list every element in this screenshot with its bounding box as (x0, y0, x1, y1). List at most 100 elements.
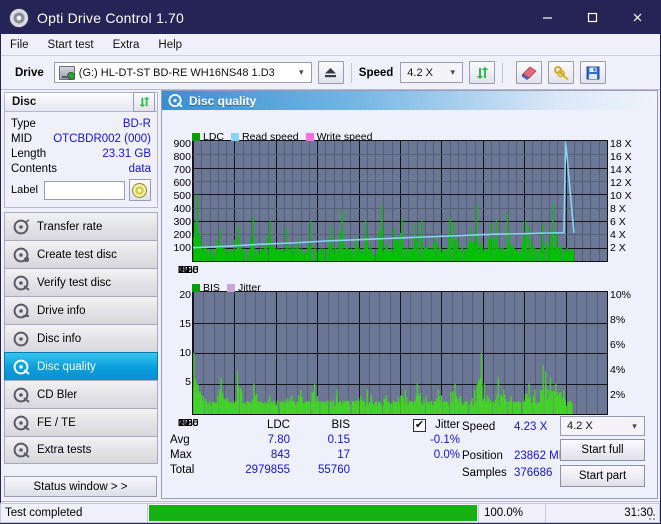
window-controls (525, 1, 660, 34)
speed-select[interactable]: 4.2 X ▾ (400, 62, 464, 83)
progress-bar (147, 502, 479, 523)
sidebar-item-drive-info[interactable]: Drive info (4, 296, 158, 324)
position-value: 23862 MB (514, 449, 567, 462)
ldc-plot-area (192, 140, 608, 262)
axis-tick-label: 500 (173, 190, 191, 202)
disc-icon (13, 387, 30, 403)
jitter-checkbox[interactable] (412, 418, 426, 432)
legend-label: BIS (203, 282, 220, 294)
legend-swatch-icon (192, 133, 200, 141)
cd-icon (132, 182, 148, 198)
sidebar-item-create-test-disc[interactable]: Create test disc (4, 240, 158, 268)
cd-icon-button[interactable] (128, 179, 151, 201)
speed-label: Speed (462, 420, 496, 433)
position-label: Position (462, 449, 503, 462)
axis-tick-label: 20 (179, 289, 191, 301)
refresh-button[interactable] (469, 61, 496, 84)
disc-info-row-mid: MID OTCBDR002 (000) (11, 131, 151, 146)
cell-bis: 17 (337, 449, 350, 461)
drive-select[interactable]: (G:) HL-DT-ST BD-RE WH16NS48 1.D3 ▾ (53, 62, 312, 83)
legend-item-jitter: Jitter (226, 282, 261, 294)
legend-label: Jitter (237, 282, 261, 294)
axis-tick-label: 10 (179, 347, 191, 359)
disc-info-value: OTCBDR002 (000) (53, 132, 151, 145)
sidebar-item-label: Extra tests (37, 444, 92, 456)
sidebar-item-label: Disc quality (37, 360, 96, 373)
sidebar-item-label: Disc info (37, 332, 82, 345)
disc-panel-header: Disc (4, 92, 158, 112)
axis-tick-label: 700 (173, 164, 191, 176)
disc-info-row-type: Type BD-R (11, 116, 151, 131)
axis-tick-label: 6% (610, 339, 626, 351)
legend-swatch-icon (192, 284, 200, 292)
disc-icon (13, 275, 30, 291)
drive-label: Drive (15, 66, 44, 79)
keys-button[interactable] (548, 61, 575, 84)
sidebar-item-label: FE / TE (37, 416, 76, 429)
samples-label: Samples (462, 466, 507, 479)
maximize-icon[interactable] (570, 1, 615, 34)
axis-tick-label: 900 (173, 138, 191, 150)
sidebar-item-fe-te[interactable]: FE / TE (4, 408, 158, 436)
samples-value: 376686 (514, 466, 553, 479)
disc-info-key: Contents (11, 162, 58, 175)
drive-icon (58, 65, 75, 80)
bis-y-left-axis: 20 15 10 5 (164, 289, 191, 405)
axis-tick-label: 2 X (610, 242, 626, 254)
sidebar-item-disc-quality[interactable]: Disc quality (4, 352, 158, 380)
disc-icon (13, 218, 30, 235)
chevron-down-icon: ▾ (450, 67, 456, 77)
legend-item-ldc: LDC (192, 131, 224, 143)
axis-tick-label: 5 (185, 376, 191, 388)
window-title: Opti Drive Control 1.70 (37, 9, 184, 26)
axis-tick-label: 6 X (610, 216, 626, 228)
disc-quality-icon (168, 93, 183, 108)
axis-tick-label: 12 X (610, 177, 632, 189)
cell-bis: 0.15 (327, 434, 350, 446)
cell-ldc: 2979855 (245, 464, 290, 476)
disc-info-key: Type (11, 117, 36, 130)
sidebar-nav: Transfer rate Create test disc Verify te… (4, 212, 158, 464)
menu-item-file[interactable]: File (10, 37, 39, 53)
speed-value: 4.23 X (514, 420, 548, 433)
sidebar-item-cd-bler[interactable]: CD Bler (4, 380, 158, 408)
start-full-button[interactable]: Start full (560, 439, 645, 461)
disc-info-row-contents: Contents data (11, 161, 151, 176)
disc-info-row-length: Length 23.31 GB (11, 146, 151, 161)
axis-tick-label: 600 (173, 177, 191, 189)
sidebar-item-verify-test-disc[interactable]: Verify test disc (4, 268, 158, 296)
column-header-bis: BIS (331, 419, 350, 431)
axis-unit-label: GB (178, 264, 194, 276)
page-title: Disc quality (189, 93, 257, 108)
bis-plot-area (192, 291, 608, 415)
sidebar-item-extra-tests[interactable]: Extra tests (4, 436, 158, 464)
minimize-icon[interactable] (525, 1, 570, 34)
disc-label-input[interactable] (43, 180, 125, 200)
resize-grip-icon[interactable] (646, 509, 658, 521)
disc-label-row: Label (11, 179, 151, 201)
content-panel: Disc quality LDC Read speed Write speed (161, 90, 658, 499)
disc-refresh-button[interactable] (133, 92, 155, 112)
close-icon[interactable] (615, 1, 660, 34)
disc-icon (13, 247, 30, 263)
menu-item-extra[interactable]: Extra (113, 37, 150, 53)
eject-button[interactable] (317, 61, 344, 84)
sidebar-item-transfer-rate[interactable]: Transfer rate (4, 212, 158, 240)
speed-label: Speed (358, 66, 394, 79)
menu-item-start-test[interactable]: Start test (48, 37, 104, 53)
legend-swatch-icon (231, 133, 240, 141)
legend-swatch-icon (226, 284, 235, 292)
title-bar: Opti Drive Control 1.70 (1, 1, 660, 34)
start-part-button[interactable]: Start part (560, 465, 645, 487)
disc-icon (13, 415, 30, 431)
axis-tick-label: 10% (610, 289, 632, 301)
save-button[interactable] (580, 61, 607, 84)
status-window-button[interactable]: Status window > > (4, 476, 157, 497)
eraser-button[interactable] (516, 61, 543, 84)
test-speed-select[interactable]: 4.2 X ▾ (560, 416, 645, 436)
menu-item-help[interactable]: Help (158, 37, 192, 53)
elapsed-time: 31:30 (545, 502, 660, 523)
sidebar-item-label: Verify test disc (37, 276, 112, 289)
sidebar-item-disc-info[interactable]: Disc info (4, 324, 158, 352)
axis-tick-label: 400 (173, 203, 191, 215)
